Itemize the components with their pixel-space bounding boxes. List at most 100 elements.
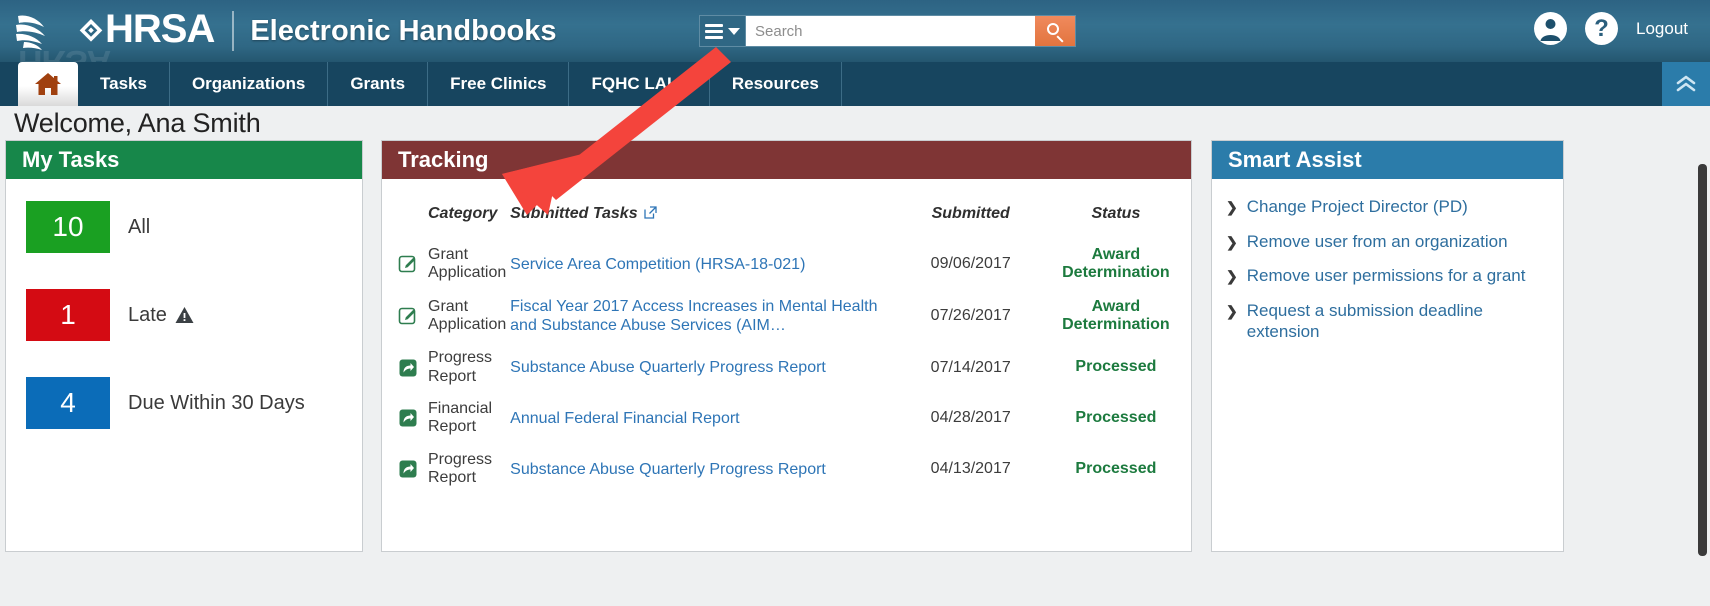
list-item: ❯ Remove user from an organization bbox=[1226, 232, 1543, 253]
row-task-link[interactable]: Service Area Competition (HRSA-18-021) bbox=[510, 255, 900, 274]
row-status: Award Determination bbox=[1062, 246, 1170, 282]
nav-tab-fqhc-lals[interactable]: FQHC LALs bbox=[569, 62, 710, 106]
task-summary-row: 4 Due Within 30 Days bbox=[26, 377, 362, 429]
collapse-header-button[interactable] bbox=[1662, 62, 1710, 106]
column-header-submitted-tasks: Submitted Tasks bbox=[510, 179, 900, 239]
my-tasks-title: My Tasks bbox=[6, 141, 362, 179]
user-avatar-glyph bbox=[1534, 12, 1567, 45]
task-label-due-30-days: Due Within 30 Days bbox=[128, 391, 305, 414]
row-submitted-date: 04/28/2017 bbox=[930, 409, 1011, 427]
welcome-heading: Welcome, Ana Smith bbox=[14, 108, 261, 138]
hhs-seal-icon bbox=[16, 15, 45, 50]
nav-tab-tasks[interactable]: Tasks bbox=[78, 62, 170, 106]
row-category: Grant Application bbox=[428, 246, 507, 282]
logout-button[interactable]: Logout bbox=[1636, 19, 1688, 39]
row-submitted-date: 09/06/2017 bbox=[930, 255, 1011, 273]
table-row: Progress Report Substance Abuse Quarterl… bbox=[382, 444, 1191, 495]
task-count-due-30-days[interactable]: 4 bbox=[26, 377, 110, 429]
user-account-icon[interactable] bbox=[1534, 12, 1567, 45]
smart-assist-link[interactable]: Remove user permissions for a grant bbox=[1247, 266, 1526, 287]
task-label-all: All bbox=[128, 215, 151, 238]
chevron-right-icon: ❯ bbox=[1226, 199, 1238, 215]
row-task-link[interactable]: Annual Federal Financial Report bbox=[510, 409, 900, 428]
hamburger-icon bbox=[705, 21, 723, 42]
row-submitted-date: 04/13/2017 bbox=[930, 460, 1011, 478]
scrollbar-thumb[interactable] bbox=[1698, 164, 1707, 556]
brand-logo: HRSA Electronic Handbooks bbox=[14, 2, 557, 60]
task-count-late[interactable]: 1 bbox=[26, 289, 110, 341]
nav-tab-free-clinics[interactable]: Free Clinics bbox=[428, 62, 570, 106]
external-link-icon[interactable] bbox=[643, 206, 657, 219]
submitted-report-icon bbox=[399, 409, 417, 427]
my-tasks-list: 10 All 1 Late 4 Due Within 30 Days bbox=[6, 179, 362, 429]
row-category: Grant Application bbox=[428, 297, 507, 333]
warning-triangle-icon bbox=[175, 307, 194, 323]
smart-assist-link[interactable]: Request a submission deadline extension bbox=[1247, 301, 1543, 342]
tracking-panel: Tracking Category Submitted Tasks Submit… bbox=[381, 140, 1192, 552]
task-count-all[interactable]: 10 bbox=[26, 201, 110, 253]
submitted-report-icon bbox=[399, 359, 417, 377]
search-scope-dropdown[interactable] bbox=[700, 16, 746, 46]
help-question-icon[interactable]: ? bbox=[1585, 12, 1618, 45]
search-icon bbox=[1046, 22, 1064, 43]
brand-divider bbox=[232, 11, 235, 51]
task-label-late: Late bbox=[128, 304, 194, 327]
list-item: ❯ Change Project Director (PD) bbox=[1226, 197, 1543, 218]
my-tasks-panel: My Tasks 10 All 1 Late 4 Due Within 30 D… bbox=[5, 140, 363, 552]
row-category: Progress Report bbox=[428, 349, 493, 385]
nav-tab-resources[interactable]: Resources bbox=[710, 62, 842, 106]
task-summary-row: 1 Late bbox=[26, 289, 362, 341]
list-item: ❯ Remove user permissions for a grant bbox=[1226, 266, 1543, 287]
list-item: ❯ Request a submission deadline extensio… bbox=[1226, 301, 1543, 342]
app-header: HRSA HRSA Electronic Handbooks Search ? … bbox=[0, 0, 1710, 62]
row-status: Processed bbox=[1075, 409, 1157, 427]
row-status: Processed bbox=[1075, 459, 1157, 477]
column-header-category: Category bbox=[428, 205, 498, 222]
header-actions: ? Logout bbox=[1534, 12, 1688, 45]
column-header-status: Status bbox=[1091, 205, 1141, 222]
chevron-right-icon: ❯ bbox=[1226, 268, 1238, 285]
tracking-title: Tracking bbox=[382, 141, 1191, 179]
row-task-link[interactable]: Fiscal Year 2017 Access Increases in Men… bbox=[510, 297, 900, 335]
table-row: Financial Report Annual Federal Financia… bbox=[382, 393, 1191, 444]
search-bar bbox=[699, 15, 1076, 47]
submitted-report-icon bbox=[399, 460, 417, 478]
task-summary-row: 10 All bbox=[26, 201, 362, 253]
smart-assist-link[interactable]: Change Project Director (PD) bbox=[1247, 197, 1468, 218]
nav-tab-grants[interactable]: Grants bbox=[328, 62, 429, 106]
table-row: Grant Application Service Area Competiti… bbox=[382, 239, 1191, 290]
nav-tab-home[interactable] bbox=[18, 62, 78, 106]
search-submit-button[interactable] bbox=[1035, 16, 1075, 46]
hrsa-wordmark: HRSA bbox=[78, 9, 215, 49]
edit-document-icon bbox=[398, 307, 416, 325]
nav-tab-organizations[interactable]: Organizations bbox=[170, 62, 329, 106]
smart-assist-link[interactable]: Remove user from an organization bbox=[1247, 232, 1508, 253]
hrsa-diamond-icon bbox=[79, 19, 103, 42]
edit-document-icon bbox=[398, 256, 416, 273]
table-row: Progress Report Substance Abuse Quarterl… bbox=[382, 342, 1191, 393]
row-status: Processed bbox=[1075, 358, 1157, 376]
main-navigation: Tasks Organizations Grants Free Clinics … bbox=[0, 62, 1710, 106]
smart-assist-title: Smart Assist bbox=[1212, 141, 1563, 179]
row-status: Award Determination bbox=[1062, 297, 1170, 333]
row-task-link[interactable]: Substance Abuse Quarterly Progress Repor… bbox=[510, 358, 900, 377]
tracking-table-header-row: Category Submitted Tasks Submitted Statu… bbox=[382, 179, 1191, 239]
smart-assist-list: ❯ Change Project Director (PD) ❯ Remove … bbox=[1212, 179, 1563, 343]
chevron-double-up-icon bbox=[1676, 75, 1696, 92]
column-header-submitted: Submitted bbox=[931, 205, 1010, 222]
row-submitted-date: 07/26/2017 bbox=[930, 306, 1011, 324]
smart-assist-panel: Smart Assist ❯ Change Project Director (… bbox=[1211, 140, 1564, 552]
row-category: Progress Report bbox=[428, 450, 493, 487]
page-scrollbar[interactable] bbox=[1695, 106, 1710, 606]
chevron-right-icon: ❯ bbox=[1226, 233, 1238, 250]
search-input[interactable] bbox=[746, 16, 1035, 46]
chevron-right-icon: ❯ bbox=[1226, 303, 1238, 320]
tracking-table: Category Submitted Tasks Submitted Statu… bbox=[382, 179, 1191, 495]
row-task-link[interactable]: Substance Abuse Quarterly Progress Repor… bbox=[510, 460, 900, 479]
row-category: Financial Report bbox=[428, 399, 493, 436]
table-row: Grant Application Fiscal Year 2017 Acces… bbox=[382, 290, 1191, 342]
row-submitted-date: 07/14/2017 bbox=[930, 358, 1011, 376]
app-title: Electronic Handbooks bbox=[250, 14, 557, 47]
chevron-down-icon bbox=[728, 27, 740, 35]
home-icon bbox=[35, 73, 61, 95]
